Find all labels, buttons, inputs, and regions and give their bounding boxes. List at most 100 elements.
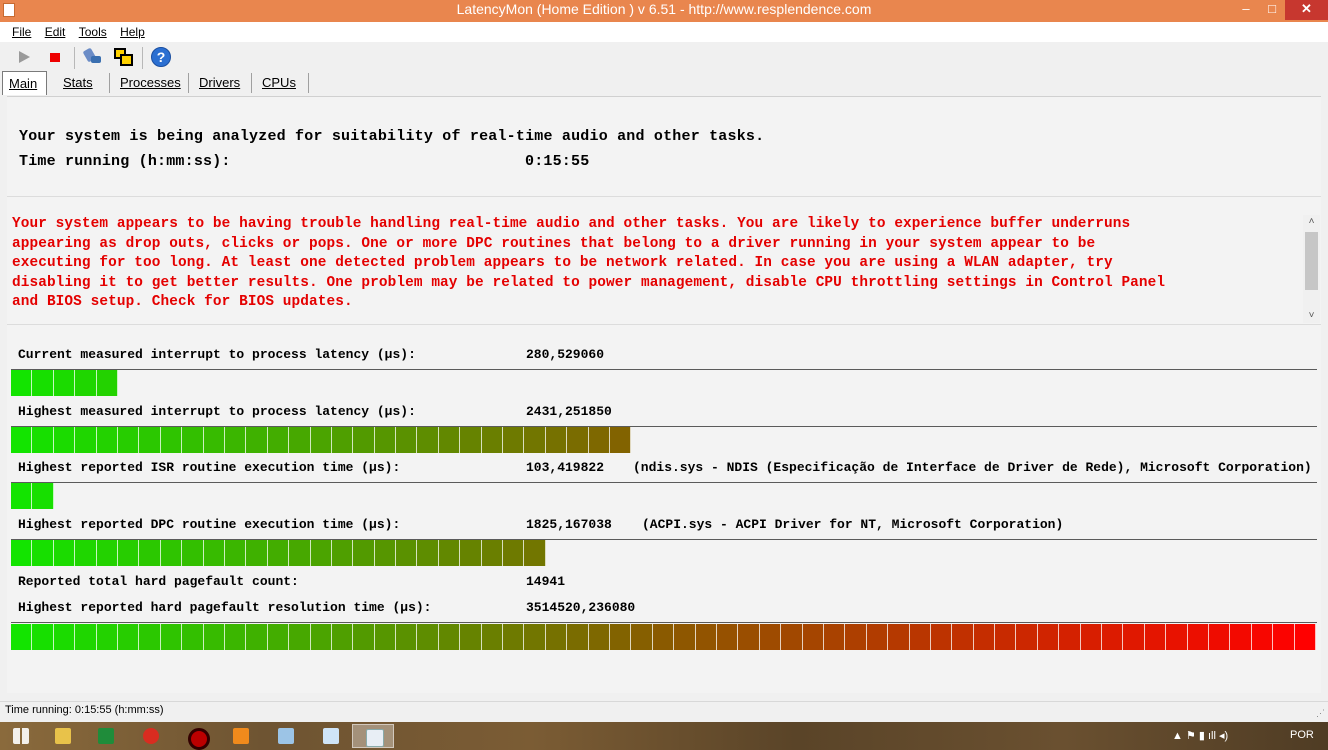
bar-segment [353,427,375,453]
tab-separator [109,73,110,93]
bar-segment [32,427,54,453]
bar-segment [460,427,482,453]
excel-icon[interactable] [85,724,127,748]
bar-segment [438,427,461,453]
warning-line: executing for too long. At least one det… [12,255,1113,271]
pagefault-count-label: Reported total hard pagefault count: [18,574,299,589]
bar-segment [203,427,225,453]
windows-icon[interactable] [113,47,133,67]
menu-file[interactable]: File [12,22,31,42]
bar-segment [32,370,54,396]
outlook-icon[interactable] [265,724,307,748]
menu-tools[interactable]: Tools [79,22,107,42]
bar-segment [224,540,247,566]
bar-segment [117,427,140,453]
bar-segment [374,540,397,566]
scroll-down-icon[interactable]: ˅ [1303,309,1320,323]
bar-segment [139,624,161,650]
bar-segment [995,624,1017,650]
bar-segment [53,624,76,650]
menu-help[interactable]: Help [120,22,145,42]
bar-segment [1016,624,1038,650]
bar-segment [1166,624,1188,650]
window-title: LatencyMon (Home Edition ) v 6.51 - http… [456,1,872,17]
bar-segment [203,624,225,650]
bar-segment [631,624,653,650]
taskbar: ▲ ⚑ ▮ ıll ◂) POR [0,722,1328,750]
bar-segment [481,427,504,453]
bar-segment [1144,624,1167,650]
warning-line: and BIOS setup. Check for BIOS updates. [12,294,353,310]
toolbar-separator [142,47,143,69]
isr-time-value: 103,419822 [526,460,605,475]
bar-segment [374,624,397,650]
tab-strip: Main Stats Processes Drivers CPUs [2,71,402,96]
stop-icon[interactable] [45,47,65,67]
bar-segment [417,540,439,566]
current-latency-value: 280,529060 [526,347,605,362]
bar-segment [75,427,97,453]
maximize-button[interactable]: □ [1259,0,1285,20]
bar-segment [289,427,311,453]
start-icon[interactable] [0,724,42,748]
toolbar-separator [74,47,75,69]
pagefault-time-bar [11,624,1316,650]
system-tray: ▲ ⚑ ▮ ıll ◂) POR [1170,722,1328,750]
play-icon[interactable] [14,47,34,67]
close-button[interactable]: ✕ [1285,0,1328,20]
bar-segment [481,540,504,566]
menu-edit[interactable]: Edit [45,22,66,42]
bar-segment [503,427,525,453]
isr-driver-info: (ndis.sys - NDIS (Especificação de Inter… [633,460,1312,475]
bar-segment [32,483,54,509]
scroll-thumb[interactable] [1305,232,1318,290]
bar-segment [930,624,953,650]
opera-icon[interactable] [175,724,217,750]
bar-segment [438,624,461,650]
bar-segment [353,624,375,650]
tab-drivers[interactable]: Drivers [193,71,246,95]
bar-segment [331,540,354,566]
tab-processes[interactable]: Processes [114,71,187,95]
minimize-button[interactable]: – [1233,0,1259,20]
bar-segment [310,540,332,566]
resize-grip-icon[interactable]: ⋰ [1316,705,1325,722]
bar-segment [53,370,76,396]
bar-segment [524,427,546,453]
bar-segment [139,540,161,566]
latencymon-icon[interactable] [352,724,394,748]
toolbar: ? [0,43,1328,71]
tab-separator [308,73,309,93]
tab-stats[interactable]: Stats [57,71,99,95]
bar-segment [759,624,782,650]
time-running-label: Time running (h:mm:ss): [19,153,231,170]
tools-icon[interactable] [82,47,102,67]
file-explorer-icon[interactable] [42,724,84,748]
warning-scrollbar[interactable]: ˄ ˅ [1303,215,1320,323]
bar-segment [716,624,739,650]
bar-segment [1080,624,1103,650]
bar-segment [182,624,204,650]
tab-cpus[interactable]: CPUs [256,71,302,95]
bar-baseline [11,622,1317,623]
tray-icons[interactable]: ▲ ⚑ ▮ ıll ◂) [1172,729,1228,742]
media-player-icon[interactable] [220,724,262,748]
tab-main[interactable]: Main [2,71,47,95]
bar-segment [11,370,33,396]
isr-time-label: Highest reported ISR routine execution t… [18,460,401,475]
chrome-icon[interactable] [130,724,172,748]
bar-segment [11,540,33,566]
bar-segment [117,540,140,566]
scroll-up-icon[interactable]: ˄ [1303,215,1320,229]
language-indicator[interactable]: POR [1290,729,1314,741]
bar-segment [53,427,76,453]
bar-segment [11,427,33,453]
tab-separator [251,73,252,93]
bar-segment [289,540,311,566]
bar-segment [75,370,97,396]
help-icon[interactable]: ? [151,47,171,67]
bar-segment [182,540,204,566]
bar-segment [267,540,290,566]
notepad-icon[interactable] [310,724,352,748]
pagefault-time-label: Highest reported hard pagefault resoluti… [18,600,432,615]
